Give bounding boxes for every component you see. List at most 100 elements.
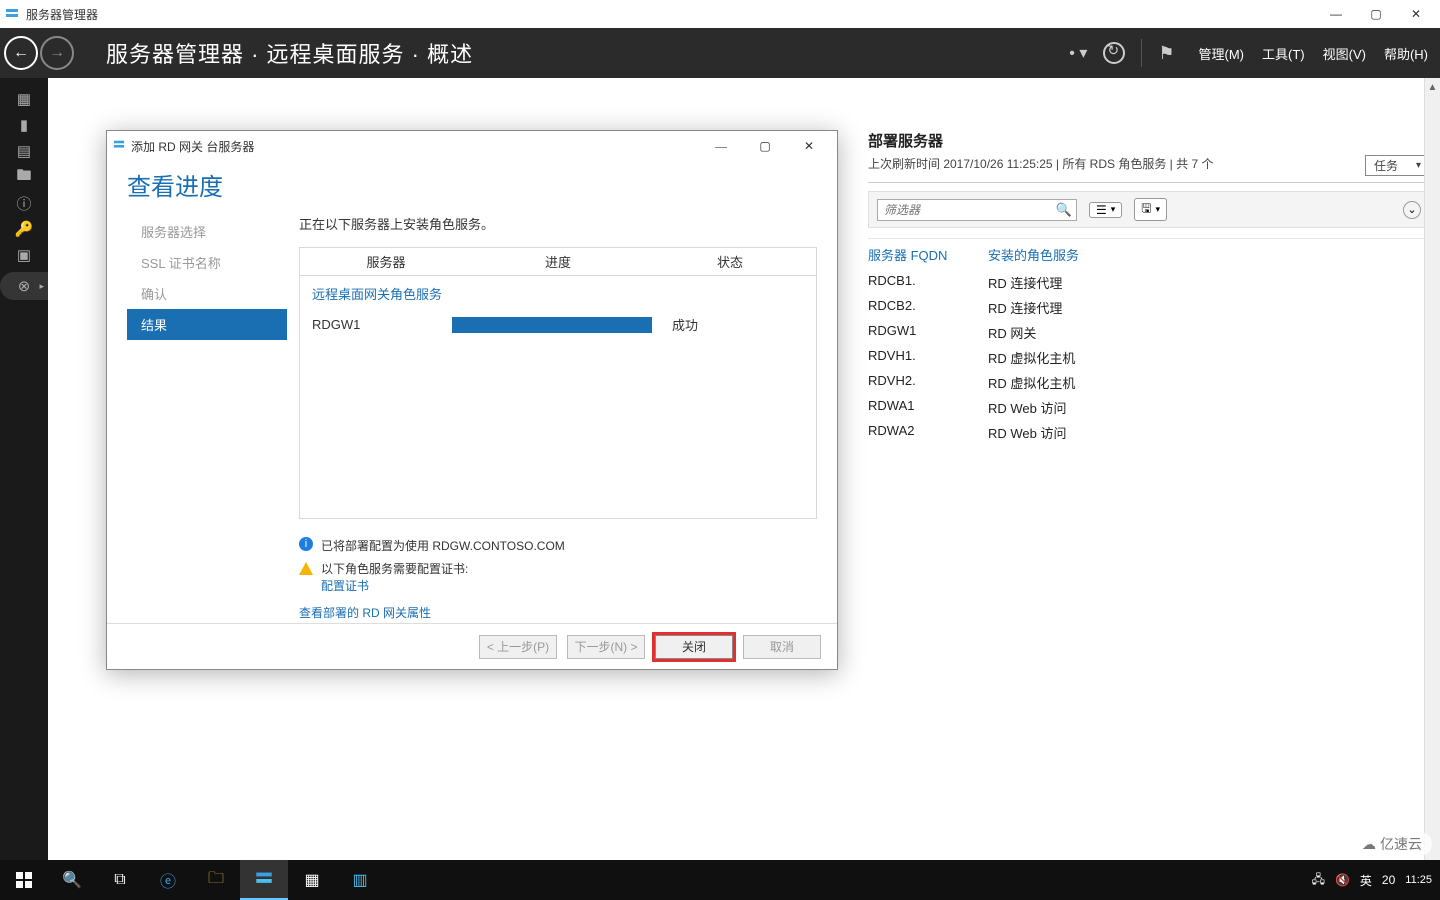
server-manager-icon bbox=[4, 6, 20, 22]
sidebar-local-server-icon[interactable]: ▮ bbox=[0, 112, 48, 138]
col-fqdn[interactable]: 服务器 FQDN bbox=[868, 245, 988, 264]
row-status: 成功 bbox=[662, 315, 782, 334]
table-row[interactable]: RDWA1RD Web 访问 bbox=[868, 395, 1430, 420]
table-row[interactable]: RDGW1RD 网关 bbox=[868, 320, 1430, 345]
taskbar-ie-icon[interactable]: ⓔ bbox=[144, 860, 192, 900]
refresh-icon[interactable] bbox=[1103, 42, 1125, 64]
vertical-scrollbar[interactable]: ▲ bbox=[1424, 78, 1440, 860]
taskbar-app2-icon[interactable]: ▥ bbox=[336, 860, 384, 900]
wizard-nav-confirm: 确认 bbox=[127, 278, 287, 309]
taskbar-search-icon[interactable]: 🔍 bbox=[48, 860, 96, 900]
sidebar-rds-icon[interactable]: ⊗▸ bbox=[0, 272, 48, 300]
wizard-close-button[interactable]: ✕ bbox=[787, 131, 831, 161]
th-server: 服务器 bbox=[300, 252, 472, 271]
sidebar-npas-icon[interactable]: 🔑 bbox=[0, 216, 48, 242]
wizard-progress-table: 服务器 进度 状态 远程桌面网关角色服务 RDGW1 成功 bbox=[299, 247, 817, 519]
grouping-dropdown[interactable]: ☰ bbox=[1089, 202, 1122, 218]
cell-fqdn: RDVH2. bbox=[868, 373, 988, 392]
wizard-nav-ssl: SSL 证书名称 bbox=[127, 247, 287, 278]
cell-fqdn: RDWA2 bbox=[868, 423, 988, 442]
wizard-minimize-button[interactable]: — bbox=[699, 131, 743, 161]
tray-network-icon[interactable]: 🖧 bbox=[1312, 870, 1325, 891]
menu-help[interactable]: 帮助(H) bbox=[1384, 44, 1428, 63]
col-role[interactable]: 安装的角色服务 bbox=[988, 245, 1079, 264]
th-status: 状态 bbox=[644, 252, 816, 271]
table-row[interactable]: RDVH2.RD 虚拟化主机 bbox=[868, 370, 1430, 395]
cell-role: RD 连接代理 bbox=[988, 273, 1062, 292]
cell-fqdn: RDGW1 bbox=[868, 323, 988, 342]
table-row[interactable]: RDVH1.RD 虚拟化主机 bbox=[868, 345, 1430, 370]
menu-manage[interactable]: 管理(M) bbox=[1199, 44, 1245, 63]
wizard-row: RDGW1 成功 bbox=[300, 311, 816, 338]
cell-fqdn: RDCB2. bbox=[868, 298, 988, 317]
nav-forward-button[interactable]: → bbox=[40, 36, 74, 70]
cell-role: RD 虚拟化主机 bbox=[988, 348, 1075, 367]
notifications-flag-icon[interactable]: ⚑ bbox=[1158, 43, 1174, 64]
deployment-servers-panel: 部署服务器 上次刷新时间 2017/10/26 11:25:25 | 所有 RD… bbox=[868, 130, 1430, 445]
menu-view[interactable]: 视图(V) bbox=[1323, 44, 1366, 63]
save-query-dropdown[interactable]: 🖫 bbox=[1134, 198, 1167, 221]
wizard-info-text: 已将部署配置为使用 RDGW.CONTOSO.COM bbox=[321, 537, 565, 554]
view-gateway-props-link[interactable]: 查看部署的 RD 网关属性 bbox=[299, 606, 431, 620]
search-icon[interactable]: 🔍 bbox=[1056, 202, 1072, 218]
cell-fqdn: RDVH1. bbox=[868, 348, 988, 367]
warning-icon bbox=[299, 562, 313, 575]
panel-subtitle: 上次刷新时间 2017/10/26 11:25:25 | 所有 RDS 角色服务… bbox=[868, 155, 1213, 176]
window-close-button[interactable]: ✕ bbox=[1396, 0, 1436, 28]
taskbar-server-manager-icon[interactable] bbox=[240, 860, 288, 900]
wizard-install-text: 正在以下服务器上安装角色服务。 bbox=[299, 214, 817, 233]
progress-bar bbox=[452, 317, 652, 333]
cell-role: RD 网关 bbox=[988, 323, 1036, 342]
sidebar: ▦ ▮ ▤ 🖿 ⓘ 🔑 ▣ ⊗▸ bbox=[0, 78, 48, 860]
cell-role: RD 连接代理 bbox=[988, 298, 1062, 317]
divider bbox=[1141, 39, 1142, 67]
breadcrumb: 服务器管理器 · 远程桌面服务 · 概述 bbox=[106, 37, 473, 69]
table-row[interactable]: RDCB1.RD 连接代理 bbox=[868, 270, 1430, 295]
taskbar-app1-icon[interactable]: ▦ bbox=[288, 860, 336, 900]
window-minimize-button[interactable]: — bbox=[1316, 0, 1356, 28]
panel-title: 部署服务器 bbox=[868, 130, 1430, 151]
sidebar-iis-icon[interactable]: ⓘ bbox=[0, 190, 48, 216]
cell-role: RD Web 访问 bbox=[988, 423, 1067, 442]
info-icon: i bbox=[299, 537, 313, 551]
sidebar-dashboard-icon[interactable]: ▦ bbox=[0, 86, 48, 112]
sidebar-hyperv-icon[interactable]: ▣ bbox=[0, 242, 48, 268]
th-progress: 进度 bbox=[472, 252, 644, 271]
filter-input[interactable] bbox=[882, 202, 1056, 218]
task-view-icon[interactable]: ⧉ bbox=[96, 860, 144, 900]
tray-ime[interactable]: 英 bbox=[1360, 872, 1372, 889]
configure-cert-link[interactable]: 配置证书 bbox=[321, 579, 369, 593]
wizard-warn-text: 以下角色服务需要配置证书: bbox=[321, 562, 468, 576]
taskbar-explorer-icon[interactable]: 🗀 bbox=[192, 860, 240, 900]
servers-table: 服务器 FQDN 安装的角色服务 RDCB1.RD 连接代理RDCB2.RD 连… bbox=[868, 238, 1430, 445]
tasks-dropdown[interactable]: 任务 bbox=[1365, 155, 1430, 176]
wizard-maximize-button[interactable]: ▢ bbox=[743, 131, 787, 161]
next-button: 下一步(N) > bbox=[567, 635, 645, 659]
tray-time[interactable]: 11:25 bbox=[1405, 874, 1432, 886]
menu-tools[interactable]: 工具(T) bbox=[1262, 44, 1305, 63]
cell-fqdn: RDCB1. bbox=[868, 273, 988, 292]
close-button[interactable]: 关闭 bbox=[655, 635, 733, 659]
wizard-title: 添加 RD 网关 台服务器 bbox=[131, 138, 254, 155]
table-row[interactable]: RDCB2.RD 连接代理 bbox=[868, 295, 1430, 320]
window-maximize-button[interactable]: ▢ bbox=[1356, 0, 1396, 28]
prev-button: < 上一步(P) bbox=[479, 635, 557, 659]
tray-volume-icon[interactable]: 🔇 bbox=[1335, 873, 1350, 887]
expand-toggle[interactable]: ⌄ bbox=[1403, 201, 1421, 219]
nav-back-button[interactable]: ← bbox=[4, 36, 38, 70]
wizard-role-section: 远程桌面网关角色服务 bbox=[300, 276, 816, 311]
watermark: ☁ 亿速云 bbox=[1352, 832, 1432, 856]
cloud-icon: ☁ bbox=[1362, 836, 1376, 853]
table-row[interactable]: RDWA2RD Web 访问 bbox=[868, 420, 1430, 445]
sidebar-file-services-icon[interactable]: 🖿 bbox=[0, 164, 48, 190]
start-button[interactable] bbox=[0, 860, 48, 900]
taskbar: 🔍 ⧉ ⓔ 🗀 ▦ ▥ 🖧 🔇 英 20 11:25 bbox=[0, 860, 1440, 900]
cell-role: RD 虚拟化主机 bbox=[988, 373, 1075, 392]
dash-icon: • ▾ bbox=[1069, 43, 1087, 63]
wizard-nav-result[interactable]: 结果 bbox=[127, 309, 287, 340]
sidebar-all-servers-icon[interactable]: ▤ bbox=[0, 138, 48, 164]
cancel-button: 取消 bbox=[743, 635, 821, 659]
wizard-nav-server-select: 服务器选择 bbox=[127, 216, 287, 247]
wizard-heading: 查看进度 bbox=[107, 161, 837, 210]
row-server-name: RDGW1 bbox=[312, 317, 452, 332]
